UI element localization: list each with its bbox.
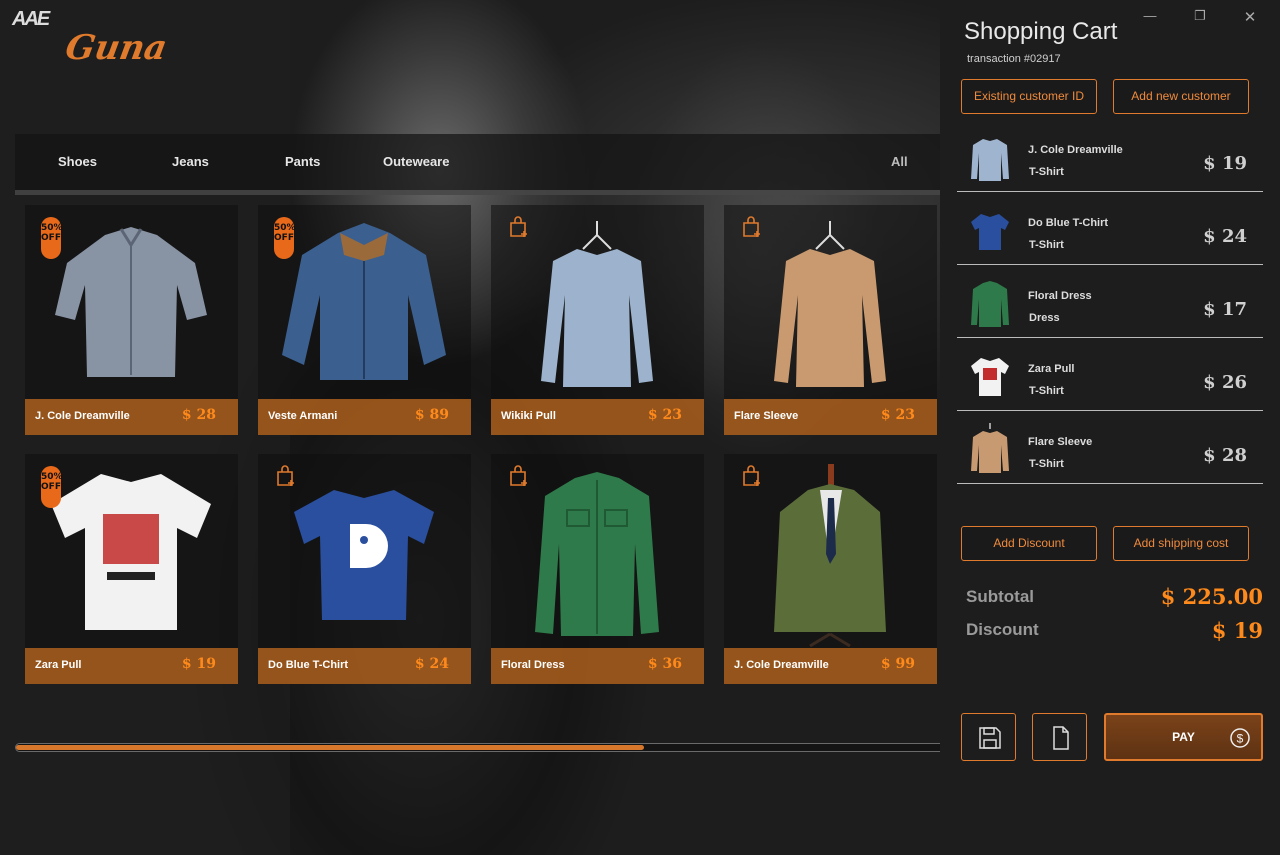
svg-text:$: $	[1237, 732, 1244, 746]
product-card[interactable]: Wikiki Pull $ 23	[491, 205, 704, 435]
product-info-bar: J. Cole Dreamville $ 99	[724, 648, 937, 684]
cart-item-price: $ 17	[1203, 299, 1247, 320]
product-price: $ 28	[181, 407, 216, 423]
shopping-bag-icon[interactable]	[740, 464, 764, 488]
product-price: $ 36	[647, 656, 682, 672]
product-price: $ 24	[414, 656, 449, 672]
shopping-bag-icon[interactable]	[507, 215, 531, 239]
category-outerwear[interactable]: Outeweare	[383, 154, 449, 169]
subtotal-label: Subtotal	[966, 587, 1034, 606]
item-thumbnail	[971, 139, 1009, 181]
cart-item-name: Zara Pull	[1028, 363, 1075, 375]
cart-item-type: T-Shirt	[1029, 458, 1064, 470]
shopping-bag-icon[interactable]	[274, 464, 298, 488]
product-name: Veste Armani	[268, 410, 338, 422]
product-scrollbar[interactable]	[15, 743, 955, 752]
category-jeans[interactable]: Jeans	[172, 154, 209, 169]
save-button[interactable]	[961, 713, 1016, 761]
cart-item-price: $ 26	[1203, 372, 1247, 393]
product-name: Wikiki Pull	[501, 410, 556, 422]
pay-button[interactable]: PAY $	[1104, 713, 1263, 761]
product-card[interactable]: 50% OFF Veste Armani $ 89	[258, 205, 471, 435]
cart-item-price: $ 19	[1203, 153, 1247, 174]
category-shoes[interactable]: Shoes	[58, 154, 97, 169]
cart-item-name: J. Cole Dreamville	[1028, 144, 1123, 156]
item-thumbnail	[971, 423, 1009, 473]
discount-badge: 50% OFF	[41, 466, 63, 508]
category-underline	[15, 190, 940, 195]
brand-mark: AAE	[12, 8, 50, 30]
category-all[interactable]: All	[891, 154, 908, 169]
product-name: Floral Dress	[501, 659, 565, 671]
dollar-icon: $	[1230, 728, 1250, 748]
cart-item[interactable]: J. Cole Dreamville T-Shirt $ 19	[957, 119, 1263, 192]
product-info-bar: Flare Sleeve $ 23	[724, 399, 937, 435]
product-info-bar: Wikiki Pull $ 23	[491, 399, 704, 435]
product-card[interactable]: Floral Dress $ 36	[491, 454, 704, 684]
cart-item[interactable]: Zara Pull T-Shirt $ 26	[957, 338, 1263, 411]
cart-item-type: Dress	[1029, 312, 1060, 324]
product-price: $ 89	[414, 407, 449, 423]
product-card[interactable]: Do Blue T-Chirt $ 24	[258, 454, 471, 684]
maximize-icon[interactable]: ❐	[1188, 8, 1212, 28]
subtotal-value: $ 225.00	[1160, 584, 1263, 609]
product-info-bar: Do Blue T-Chirt $ 24	[258, 648, 471, 684]
product-name: Do Blue T-Chirt	[268, 659, 349, 671]
product-info-bar: Zara Pull $ 19	[25, 648, 238, 684]
logo: Guna	[62, 28, 171, 68]
scrollbar-thumb[interactable]	[16, 745, 645, 750]
product-card[interactable]: Flare Sleeve $ 23	[724, 205, 937, 435]
transaction-number: transaction #02917	[967, 53, 1061, 65]
item-thumbnail	[971, 358, 1009, 396]
add-shipping-button[interactable]: Add shipping cost	[1113, 526, 1249, 561]
shopping-bag-icon[interactable]	[740, 215, 764, 239]
add-customer-button[interactable]: Add new customer	[1113, 79, 1249, 114]
product-info-bar: Floral Dress $ 36	[491, 648, 704, 684]
product-info-bar: J. Cole Dreamville $ 28	[25, 399, 238, 435]
minimize-icon[interactable]: —	[1138, 8, 1162, 28]
document-icon	[1053, 726, 1069, 750]
product-card[interactable]: J. Cole Dreamville $ 99	[724, 454, 937, 684]
category-bar: Shoes Jeans Pants Outeweare All	[15, 134, 940, 190]
discount-value: $ 19	[1211, 618, 1263, 643]
add-discount-button[interactable]: Add Discount	[961, 526, 1097, 561]
product-price: $ 23	[880, 407, 915, 423]
product-price: $ 19	[181, 656, 216, 672]
item-thumbnail	[971, 281, 1009, 327]
product-name: Zara Pull	[35, 659, 82, 671]
cart-item-name: Floral Dress	[1028, 290, 1092, 302]
floppy-disk-icon	[979, 727, 1001, 749]
cart-item-name: Flare Sleeve	[1028, 436, 1093, 448]
cart-item-price: $ 28	[1203, 445, 1247, 466]
cart-item-list: J. Cole Dreamville T-Shirt $ 19 Do Blue …	[957, 119, 1263, 484]
shopping-bag-icon[interactable]	[507, 464, 531, 488]
cart-item-price: $ 24	[1203, 226, 1247, 247]
close-icon[interactable]: ✕	[1238, 8, 1262, 28]
cart-item-name: Do Blue T-Chirt	[1028, 217, 1109, 229]
product-card[interactable]: 50% OFF J. Cole Dreamville $ 28	[25, 205, 238, 435]
product-name: Flare Sleeve	[734, 410, 799, 422]
cart-item[interactable]: Floral Dress Dress $ 17	[957, 265, 1263, 338]
product-name: J. Cole Dreamville	[35, 410, 130, 422]
cart-item-type: T-Shirt	[1029, 239, 1064, 251]
product-price: $ 23	[647, 407, 682, 423]
existing-customer-button[interactable]: Existing customer ID	[961, 79, 1097, 114]
product-card[interactable]: 50% OFF Zara Pull $ 19	[25, 454, 238, 684]
discount-badge: 50% OFF	[41, 217, 63, 259]
category-pants[interactable]: Pants	[285, 154, 320, 169]
product-name: J. Cole Dreamville	[734, 659, 829, 671]
cart-item-type: T-Shirt	[1029, 166, 1064, 178]
cart-item[interactable]: Flare Sleeve T-Shirt $ 28	[957, 411, 1263, 484]
new-document-button[interactable]	[1032, 713, 1087, 761]
cart-item-type: T-Shirt	[1029, 385, 1064, 397]
cart-item[interactable]: Do Blue T-Chirt T-Shirt $ 24	[957, 192, 1263, 265]
product-info-bar: Veste Armani $ 89	[258, 399, 471, 435]
discount-label: Discount	[966, 620, 1039, 639]
product-price: $ 99	[880, 656, 915, 672]
shopping-cart-panel: — ❐ ✕ Shopping Cart transaction #02917 E…	[940, 0, 1280, 855]
discount-badge: 50% OFF	[274, 217, 296, 259]
item-thumbnail	[971, 214, 1009, 250]
cart-title: Shopping Cart	[964, 18, 1118, 45]
